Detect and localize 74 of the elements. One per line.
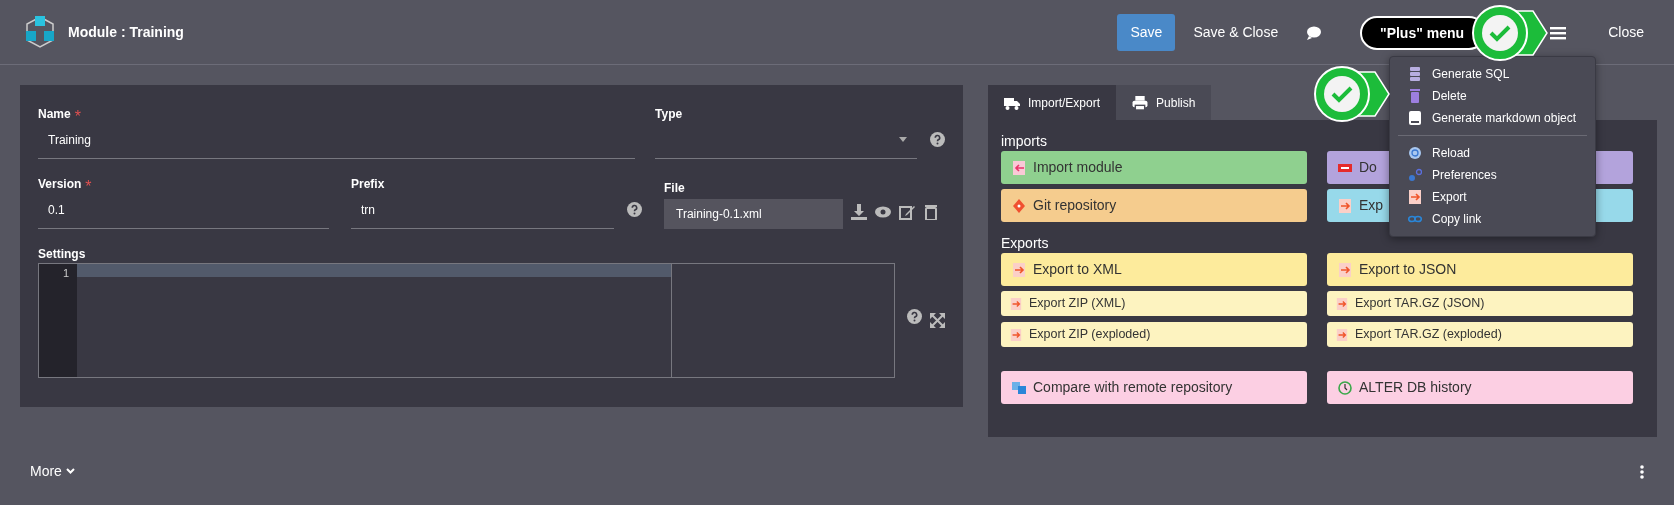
field-label: Settings xyxy=(38,246,86,261)
tab[interactable]: Publish xyxy=(1116,85,1212,120)
compare-icon xyxy=(1012,379,1026,396)
action-button[interactable]: Export to XML xyxy=(1001,253,1307,286)
page-title: Module : Training xyxy=(68,22,184,42)
database-icon xyxy=(1408,66,1422,82)
export-icon xyxy=(1408,189,1422,205)
expand-icon xyxy=(930,312,945,328)
truck-icon xyxy=(1004,95,1020,110)
reload-icon xyxy=(1408,145,1422,161)
field-label: File xyxy=(664,180,685,195)
edit-icon xyxy=(899,204,915,221)
menu-item[interactable]: Generate SQL xyxy=(1408,63,1510,85)
close-button[interactable]: Close xyxy=(1598,15,1654,49)
menu-item[interactable]: Copy link xyxy=(1408,208,1482,230)
trash-icon xyxy=(1408,88,1422,104)
caret-icon xyxy=(899,137,907,142)
menu-item[interactable]: Delete xyxy=(1408,85,1467,107)
export-icon xyxy=(1010,296,1022,311)
action-button[interactable]: ALTER DB history xyxy=(1327,371,1633,404)
required-mark: * xyxy=(85,177,92,191)
check-callout-icon xyxy=(1471,4,1549,62)
comment-icon xyxy=(1306,25,1323,40)
help-icon xyxy=(627,202,642,217)
chevron-down-icon xyxy=(65,468,75,474)
file-field[interactable]: Training-0.1.xml xyxy=(664,199,843,229)
export-icon xyxy=(1338,261,1352,278)
menu-item[interactable]: Preferences xyxy=(1408,164,1497,186)
help-icon xyxy=(930,132,945,147)
version-field[interactable]: 0.1 xyxy=(38,191,329,229)
line-number: 1 xyxy=(61,266,69,281)
menu-item[interactable]: Export xyxy=(1408,186,1467,208)
field-label: Prefix xyxy=(351,176,385,191)
history-icon xyxy=(1338,379,1352,396)
action-button[interactable]: Export ZIP (XML) xyxy=(1001,291,1307,316)
action-button[interactable]: Compare with remote repository xyxy=(1001,371,1307,404)
export-icon xyxy=(1012,261,1026,278)
save-close-button[interactable]: Save & Close xyxy=(1183,15,1289,49)
action-button[interactable]: Export TAR.GZ (JSON) xyxy=(1327,291,1633,316)
help-icon xyxy=(907,309,922,324)
field-label: Version xyxy=(38,176,82,191)
menu-item[interactable]: Reload xyxy=(1408,142,1471,164)
export-icon xyxy=(1336,296,1348,311)
gears-icon xyxy=(1408,167,1422,183)
action-button[interactable]: Export ZIP (exploded) xyxy=(1001,322,1307,347)
required-mark: * xyxy=(74,107,81,121)
save-button[interactable]: Save xyxy=(1117,13,1176,51)
check-callout-icon xyxy=(1313,65,1391,123)
printer-icon xyxy=(1132,95,1149,110)
action-button[interactable]: Export TAR.GZ (exploded) xyxy=(1327,322,1633,347)
section-heading: Exports xyxy=(1001,234,1050,253)
action-button[interactable]: Export to JSON xyxy=(1327,253,1633,286)
code-editor[interactable]: 1 xyxy=(38,263,895,378)
kebab-icon xyxy=(1640,464,1644,479)
name-field[interactable]: Training xyxy=(38,121,636,159)
field-label: Name xyxy=(38,106,71,121)
git-icon xyxy=(1012,197,1026,214)
tab[interactable]: Import/Export xyxy=(988,85,1117,120)
export-icon xyxy=(1336,327,1348,342)
export-icon xyxy=(1338,197,1352,214)
trash-icon xyxy=(923,204,939,221)
field-label: Type xyxy=(655,106,683,121)
book-icon xyxy=(1408,110,1422,126)
export-icon xyxy=(1010,327,1022,342)
import-icon xyxy=(1012,159,1026,176)
section-heading: imports xyxy=(1001,132,1048,151)
menu-item[interactable]: Generate markdown object xyxy=(1408,107,1577,129)
action-button[interactable]: Git repository xyxy=(1001,189,1307,222)
download-icon xyxy=(851,204,867,221)
download-button[interactable] xyxy=(851,201,867,222)
menu-icon xyxy=(1550,25,1567,40)
more-button[interactable]: More xyxy=(30,460,75,482)
prefix-field[interactable]: trn xyxy=(351,191,614,229)
action-button[interactable]: Import module xyxy=(1001,151,1307,184)
